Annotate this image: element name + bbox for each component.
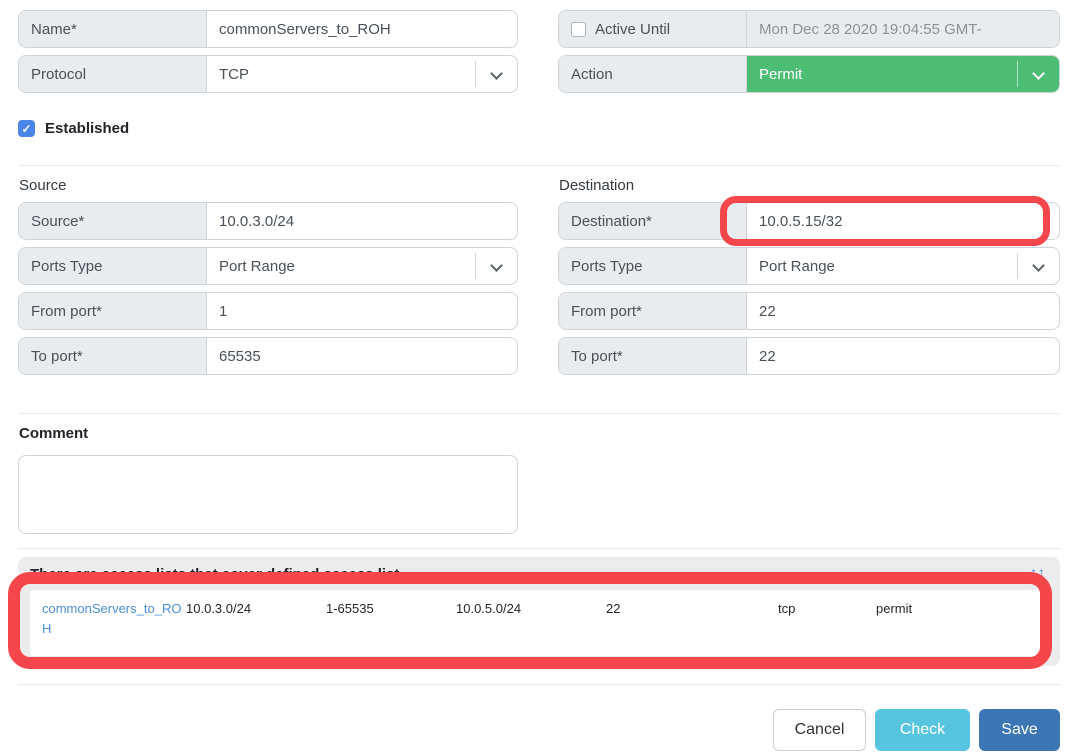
action-selected-value: Permit: [759, 66, 802, 83]
source-section-title: Source: [19, 177, 518, 194]
active-until-date-input: [747, 11, 1059, 47]
destination-to-port-label: To port*: [559, 338, 747, 374]
action-select[interactable]: Permit: [747, 56, 1059, 92]
footer-actions: Cancel Check Save: [18, 709, 1060, 751]
action-label: Action: [559, 56, 747, 92]
divider: [18, 413, 1060, 414]
acl-name-link[interactable]: commonServers_to_ROH: [42, 601, 181, 636]
comment-title: Comment: [19, 425, 1060, 442]
select-divider: [1017, 61, 1018, 87]
protocol-label: Protocol: [19, 56, 207, 92]
acl-source-ports-cell: 1-65535: [326, 599, 456, 639]
source-from-port-label: From port*: [19, 293, 207, 329]
divider: [18, 684, 1060, 685]
overlapping-acl-table: commonServers_to_ROH 10.0.3.0/24 1-65535…: [30, 590, 1048, 656]
established-label: Established: [45, 120, 129, 137]
table-row: commonServers_to_ROH 10.0.3.0/24 1-65535…: [42, 599, 1036, 639]
source-to-port-group: To port*: [18, 337, 518, 375]
comment-textarea[interactable]: [18, 455, 518, 534]
destination-ports-type-group: Ports Type Port Range: [558, 247, 1060, 285]
acl-destination-ports-cell: 22: [606, 599, 778, 639]
destination-section-title: Destination: [559, 177, 1060, 194]
check-button[interactable]: Check: [875, 709, 970, 751]
destination-section: Destination Destination* Ports Type Port…: [558, 166, 1060, 382]
active-until-checkbox[interactable]: [571, 22, 586, 37]
source-address-group: Source*: [18, 202, 518, 240]
source-to-port-input[interactable]: [207, 338, 517, 374]
overlapping-acl-panel-title: There are access lists that cover define…: [30, 566, 1048, 583]
select-divider: [475, 61, 476, 87]
destination-to-port-group: To port*: [558, 337, 1060, 375]
acl-rule-form: Name* Protocol TCP Active Until: [0, 0, 1078, 754]
source-ports-type-group: Ports Type Port Range: [18, 247, 518, 285]
protocol-select[interactable]: TCP: [207, 56, 517, 92]
collapse-icon[interactable]: ↕↕: [1030, 564, 1046, 580]
source-ports-type-select[interactable]: Port Range: [207, 248, 517, 284]
source-address-label: Source*: [19, 203, 207, 239]
chevron-down-icon: [1032, 67, 1045, 80]
established-checkbox[interactable]: ✓: [18, 120, 35, 137]
source-ports-type-value: Port Range: [219, 258, 295, 275]
select-divider: [1017, 253, 1018, 279]
established-row: ✓ Established: [18, 120, 1060, 137]
select-divider: [475, 253, 476, 279]
destination-address-input[interactable]: [747, 203, 1059, 239]
destination-ports-type-label: Ports Type: [559, 248, 747, 284]
active-until-field-group: Active Until: [558, 10, 1060, 48]
destination-ports-type-value: Port Range: [759, 258, 835, 275]
destination-address-label: Destination*: [559, 203, 747, 239]
source-from-port-group: From port*: [18, 292, 518, 330]
top-fields: Name* Protocol TCP Active Until: [18, 10, 1060, 100]
acl-protocol-cell: tcp: [778, 599, 876, 639]
source-to-port-label: To port*: [19, 338, 207, 374]
chevron-down-icon: [490, 67, 503, 80]
destination-ports-type-select[interactable]: Port Range: [747, 248, 1059, 284]
active-until-label-text: Active Until: [595, 21, 670, 38]
destination-address-group: Destination*: [558, 202, 1060, 240]
cancel-button[interactable]: Cancel: [773, 709, 866, 751]
destination-from-port-label: From port*: [559, 293, 747, 329]
protocol-selected-value: TCP: [219, 66, 249, 83]
destination-from-port-group: From port*: [558, 292, 1060, 330]
acl-action-cell: permit: [876, 599, 1036, 639]
active-until-label: Active Until: [559, 11, 747, 47]
source-destination-sections: Source Source* Ports Type Port Range Fro…: [18, 166, 1060, 382]
name-label: Name*: [19, 11, 207, 47]
save-button[interactable]: Save: [979, 709, 1060, 751]
destination-from-port-input[interactable]: [747, 293, 1059, 329]
divider: [18, 548, 1060, 549]
acl-destination-cell: 10.0.5.0/24: [456, 599, 606, 639]
name-field-group: Name*: [18, 10, 518, 48]
source-address-input[interactable]: [207, 203, 517, 239]
name-input[interactable]: [207, 11, 517, 47]
chevron-down-icon: [1032, 259, 1045, 272]
acl-source-cell: 10.0.3.0/24: [186, 599, 326, 639]
source-ports-type-label: Ports Type: [19, 248, 207, 284]
source-section: Source Source* Ports Type Port Range Fro…: [18, 166, 518, 382]
destination-to-port-input[interactable]: [747, 338, 1059, 374]
protocol-field-group: Protocol TCP: [18, 55, 518, 93]
overlapping-acl-panel: There are access lists that cover define…: [18, 557, 1060, 666]
action-field-group: Action Permit: [558, 55, 1060, 93]
chevron-down-icon: [490, 259, 503, 272]
source-from-port-input[interactable]: [207, 293, 517, 329]
